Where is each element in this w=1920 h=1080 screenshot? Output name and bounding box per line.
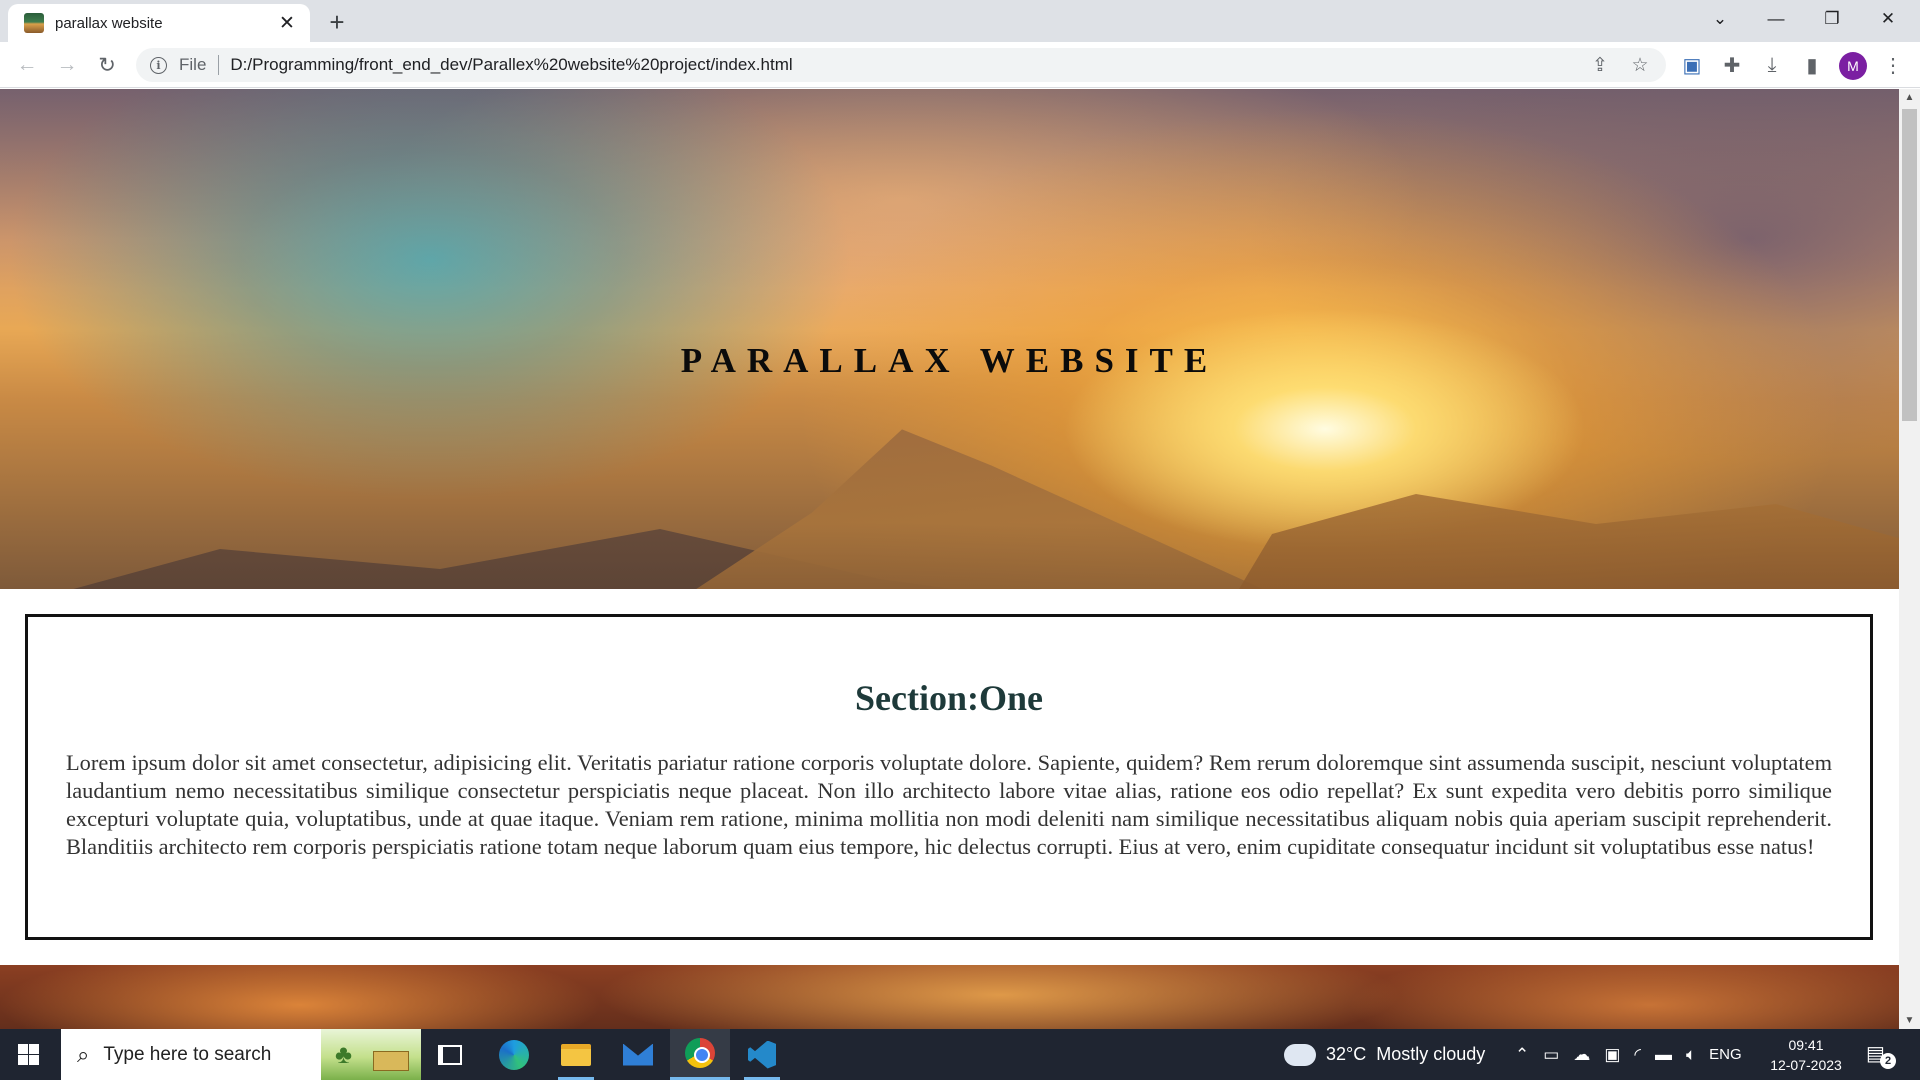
page-scrollbar[interactable]: ▲ ▼ [1899, 89, 1920, 1029]
vscode-button[interactable] [732, 1029, 792, 1080]
browser-toolbar: ← → ↻ i File D:/Programming/front_end_de… [0, 42, 1920, 88]
task-view-icon [438, 1044, 462, 1065]
chrome-icon [685, 1038, 715, 1068]
page-viewport: PARALLAX WEBSITE Section:One Lorem ipsum… [0, 89, 1899, 1029]
address-scheme-label: File [179, 55, 207, 74]
search-highlight-illustration: ♣ [321, 1029, 421, 1080]
close-icon[interactable]: ✕ [276, 12, 298, 34]
cloudy-weather-icon [1284, 1036, 1316, 1066]
battery-icon[interactable]: ▬ [1655, 1045, 1672, 1065]
section-one: Section:One Lorem ipsum dolor sit amet c… [25, 614, 1873, 940]
windows-start-icon[interactable] [18, 1044, 39, 1065]
side-panel-icon[interactable]: ▮ [1799, 52, 1825, 78]
address-separator [218, 55, 220, 75]
taskbar-clock[interactable]: 09:41 12-07-2023 [1766, 1035, 1846, 1075]
section-title: Section:One [855, 678, 1043, 718]
new-tab-button[interactable]: + [322, 7, 352, 37]
share-icon[interactable]: ⇪ [1590, 55, 1610, 76]
file-explorer-icon [561, 1043, 591, 1066]
scroll-down-arrow-icon[interactable]: ▼ [1899, 1012, 1920, 1029]
tab-favicon-icon [24, 13, 44, 33]
meet-now-icon[interactable]: ▭ [1543, 1045, 1559, 1065]
tree-icon: ♣ [335, 1039, 353, 1069]
extension-icon[interactable]: ▣ [1679, 52, 1705, 78]
hero-background-image: PARALLAX WEBSITE [0, 89, 1899, 589]
second-background-image [0, 965, 1899, 1029]
mail-button[interactable] [608, 1029, 668, 1080]
taskbar-search-placeholder: Type here to search [103, 1043, 272, 1065]
scroll-up-arrow-icon[interactable]: ▲ [1899, 89, 1920, 106]
hero-title: PARALLAX WEBSITE [680, 341, 1219, 380]
back-arrow-icon[interactable]: ← [12, 50, 42, 80]
weather-widget[interactable]: 32°C Mostly cloudy [1284, 1029, 1485, 1080]
more-menu-icon[interactable]: ⋮ [1880, 52, 1906, 78]
wifi-icon[interactable]: ◜ [1634, 1045, 1641, 1065]
volume-icon[interactable]: 🔈︎ [1686, 1045, 1696, 1065]
system-tray: ⌃ ▭ ☁ ▣ ◜ ▬ 🔈︎ ENG [1508, 1029, 1742, 1080]
file-explorer-button[interactable] [546, 1029, 606, 1080]
scrollbar-thumb[interactable] [1902, 109, 1917, 421]
search-icon: ⌕ [77, 1041, 90, 1067]
clock-time: 09:41 [1788, 1037, 1824, 1053]
taskbar-search-box[interactable]: ⌕ Type here to search ♣ [61, 1029, 421, 1080]
tab-search-chevron-down-icon[interactable]: ⌄ [1692, 0, 1748, 38]
mail-icon [623, 1043, 653, 1066]
reload-icon[interactable]: ↻ [92, 50, 122, 80]
onedrive-cloud-icon[interactable]: ☁ [1573, 1045, 1590, 1065]
download-icon[interactable]: ⤓ [1759, 52, 1785, 78]
task-view-button[interactable] [420, 1029, 480, 1080]
weather-condition: Mostly cloudy [1376, 1044, 1486, 1064]
edge-icon [499, 1039, 529, 1070]
sky-haze [0, 89, 1899, 589]
chevron-up-icon[interactable]: ⌃ [1515, 1045, 1529, 1065]
weather-temp: 32°C [1326, 1044, 1367, 1064]
tab-title: parallax website [55, 14, 163, 32]
language-indicator[interactable]: ENG [1709, 1046, 1742, 1063]
vscode-icon [748, 1040, 776, 1069]
restore-icon[interactable]: ❐ [1804, 0, 1860, 38]
info-icon[interactable]: i [150, 56, 167, 74]
minimize-icon[interactable]: — [1748, 0, 1804, 38]
forward-arrow-icon[interactable]: → [52, 50, 82, 80]
bookmark-star-icon[interactable]: ☆ [1630, 55, 1650, 76]
profile-avatar[interactable]: M [1839, 52, 1867, 80]
tab-strip: parallax website ✕ + ⌄ — ❐ ✕ [0, 0, 1920, 42]
puzzle-extensions-icon[interactable]: ✚ [1719, 52, 1745, 78]
clock-date: 12-07-2023 [1770, 1057, 1842, 1073]
windows-taskbar: ⌕ Type here to search ♣ 32°C Mostly clou… [0, 1029, 1920, 1080]
section-paragraph: Lorem ipsum dolor sit amet consectetur, … [66, 750, 1832, 859]
book-icon [373, 1051, 409, 1071]
notification-badge: 2 [1880, 1053, 1896, 1069]
notification-center[interactable]: ▤ 2 [1866, 1041, 1896, 1069]
browser-tab[interactable]: parallax website ✕ [8, 4, 310, 42]
address-bar[interactable]: i File D:/Programming/front_end_dev/Para… [136, 48, 1666, 82]
window-close-icon[interactable]: ✕ [1860, 0, 1916, 38]
chrome-button[interactable] [670, 1029, 730, 1080]
edge-button[interactable] [484, 1029, 544, 1080]
address-url[interactable]: D:/Programming/front_end_dev/Parallex%20… [230, 55, 792, 75]
display-icon[interactable]: ▣ [1604, 1045, 1620, 1065]
